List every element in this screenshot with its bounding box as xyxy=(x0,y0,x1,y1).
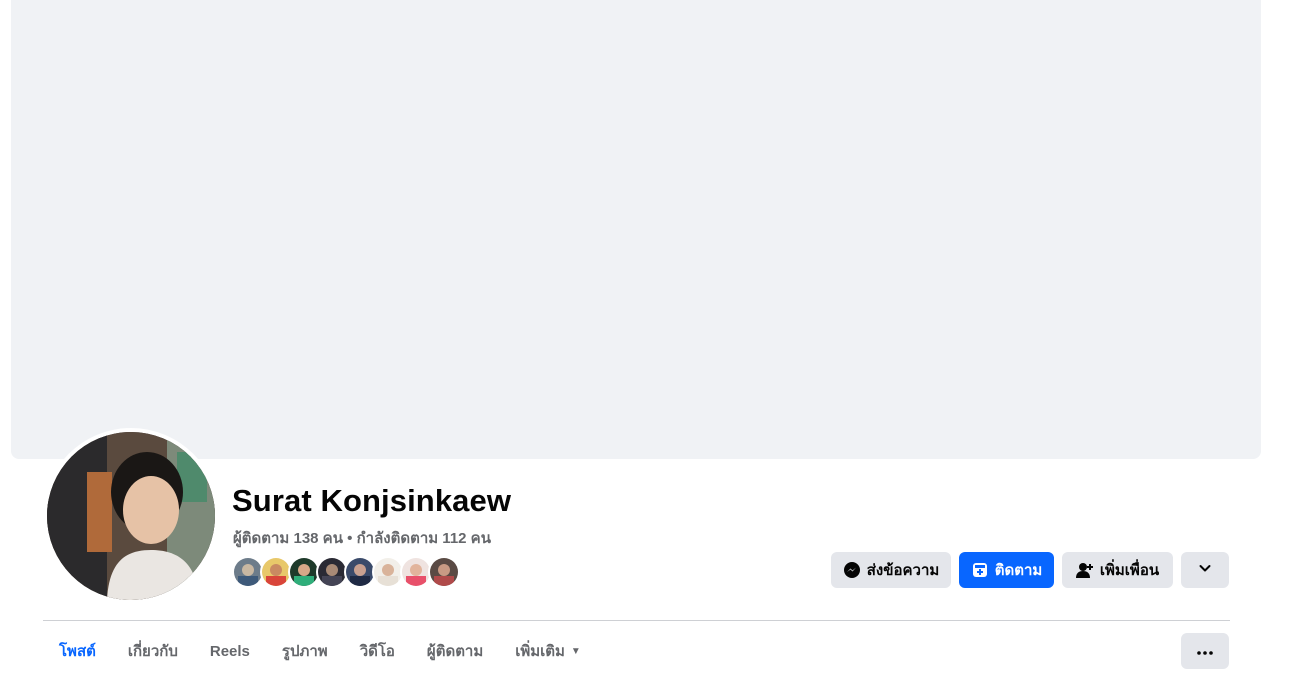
tab-videos[interactable]: วิดีโอ xyxy=(344,633,411,669)
tab-followers-label: ผู้ติดตาม xyxy=(426,643,484,660)
tab-about[interactable]: เกี่ยวกับ xyxy=(112,633,194,669)
tab-photos[interactable]: รูปภาพ xyxy=(266,633,344,669)
cover-photo[interactable] xyxy=(11,0,1261,459)
profile-tabs: โพสต์ เกี่ยวกับ Reels รูปภาพ วิดีโอ ผู้ต… xyxy=(43,633,597,669)
follow-label: ติดตาม xyxy=(994,562,1043,579)
following-count-link[interactable]: กำลังติดตาม 112 คน xyxy=(357,530,491,547)
caret-down-icon: ▼ xyxy=(570,645,581,657)
profile-picture-frame xyxy=(43,428,219,604)
send-message-label: ส่งข้อความ xyxy=(866,562,940,579)
tab-about-label: เกี่ยวกับ xyxy=(127,643,178,660)
profile-picture[interactable] xyxy=(47,432,215,600)
add-friend-label: เพิ่มเพื่อน xyxy=(1099,562,1160,579)
tab-posts-label: โพสต์ xyxy=(59,643,96,660)
chevron-down-icon xyxy=(1198,561,1212,579)
tab-photos-label: รูปภาพ xyxy=(281,643,328,660)
follow-icon xyxy=(971,561,989,579)
follow-button[interactable]: ติดตาม xyxy=(959,552,1054,588)
tab-more-label: เพิ่มเติม xyxy=(515,643,565,660)
friends-avatar-stack xyxy=(232,556,460,588)
add-friend-icon xyxy=(1075,561,1094,579)
add-friend-button[interactable]: เพิ่มเพื่อน xyxy=(1062,552,1173,588)
tab-reels-label: Reels xyxy=(209,642,250,660)
tab-followers[interactable]: ผู้ติดตาม xyxy=(411,633,499,669)
send-message-button[interactable]: ส่งข้อความ xyxy=(831,552,951,588)
tab-posts[interactable]: โพสต์ xyxy=(43,633,112,669)
messenger-icon xyxy=(843,561,861,579)
profile-name: Surat Konjsinkaew xyxy=(232,483,512,518)
more-dots-icon xyxy=(1197,642,1213,660)
profile-stats: ผู้ติดตาม 138 คน • กำลังติดตาม 112 คน xyxy=(233,526,491,550)
tab-videos-label: วิดีโอ xyxy=(359,643,395,660)
tab-reels[interactable]: Reels xyxy=(194,633,266,669)
followers-count-link[interactable]: ผู้ติดตาม 138 คน xyxy=(233,530,343,547)
stats-separator: • xyxy=(342,530,357,547)
friend-avatar[interactable] xyxy=(428,556,460,588)
header-divider xyxy=(43,620,1230,621)
tab-more[interactable]: เพิ่มเติม ▼ xyxy=(499,633,597,669)
more-options-button[interactable] xyxy=(1181,633,1229,669)
expand-profile-button[interactable] xyxy=(1181,552,1229,588)
